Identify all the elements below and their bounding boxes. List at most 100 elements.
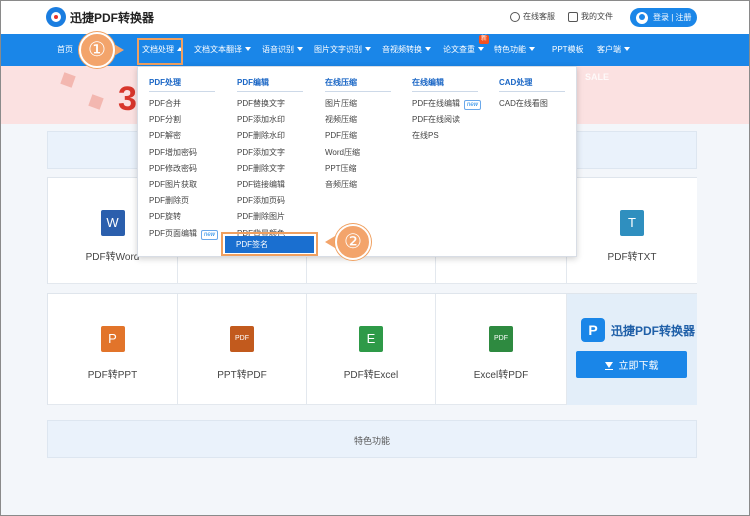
step-marker-2: ②	[335, 224, 371, 260]
tool-card[interactable]: PDF PPT转PDF	[178, 294, 307, 405]
nav-document-translation[interactable]: 文档文本翻译	[194, 34, 251, 66]
download-icon	[604, 361, 613, 370]
download-now-button[interactable]: 立即下载	[576, 351, 687, 378]
signature-highlight-box	[221, 232, 318, 256]
pdf-icon: PDF	[489, 326, 513, 352]
featured-bar[interactable]: 特色功能	[47, 420, 697, 458]
column-title: 在线编辑	[412, 77, 478, 92]
nav-av-conversion-label: 音视频转换	[382, 45, 422, 54]
menu-item[interactable]: PDF添加页码	[237, 193, 303, 209]
app-logo-icon: P	[581, 318, 605, 342]
tool-card[interactable]: P PDF转PPT	[48, 294, 178, 405]
logo-text: 迅捷PDF转换器	[70, 10, 155, 25]
my-files-label: 我的文件	[581, 12, 613, 21]
dropdown-column-online-edit: 在线编辑 PDF在线编辑 new PDF在线阅读 在线PS	[412, 77, 482, 145]
menu-item[interactable]: PDF添加水印	[237, 112, 303, 128]
menu-item[interactable]: PDF压缩	[325, 128, 391, 144]
menu-item[interactable]: PDF合并	[149, 96, 218, 112]
nav-ppt-templates-label: PPT模板	[552, 45, 584, 54]
menu-item[interactable]: PDF替换文字	[237, 96, 303, 112]
menu-item[interactable]: 音频压缩	[325, 177, 391, 193]
menu-item[interactable]: 视频压缩	[325, 112, 391, 128]
logo-icon	[46, 7, 66, 27]
menu-item[interactable]: PPT压缩	[325, 161, 391, 177]
nav-home-label: 首页	[57, 45, 73, 54]
step-1-pointer	[114, 44, 124, 56]
menu-item[interactable]: 在线PS	[412, 128, 481, 144]
step-marker-1: ①	[79, 32, 115, 68]
tool-label: PDF转TXT	[607, 252, 657, 263]
word-icon: W	[100, 210, 125, 236]
column-title: 在线压缩	[325, 77, 391, 92]
site-logo[interactable]: 迅捷PDF转换器	[46, 7, 154, 27]
my-files-link[interactable]: 我的文件	[568, 11, 613, 22]
banner-big-text: 3	[118, 80, 137, 118]
dropdown-column-pdf-processing: PDF处理 PDF合并 PDF分割 PDF解密 PDF增加密码 PDF修改密码 …	[149, 77, 219, 242]
txt-icon: T	[620, 210, 644, 236]
column-title: PDF处理	[149, 77, 215, 92]
featured-label: 特色功能	[353, 436, 390, 446]
column-title: PDF编辑	[237, 77, 303, 92]
step-2-pointer	[325, 236, 335, 248]
nav-image-ocr[interactable]: 图片文字识别	[314, 34, 371, 66]
headset-icon	[510, 11, 520, 22]
nav-speech-recognition-label: 语音识别	[262, 45, 294, 54]
tool-label: PPT转PDF	[217, 370, 267, 381]
new-badge: 新	[479, 35, 489, 44]
column-title: CAD处理	[499, 77, 565, 92]
menu-item[interactable]: PDF添加文字	[237, 145, 303, 161]
dropdown-column-cad: CAD处理 CAD在线看图	[499, 77, 565, 112]
nav-home[interactable]: 首页	[57, 34, 73, 66]
caret-down-icon	[425, 47, 431, 51]
menu-item[interactable]: Word压缩	[325, 145, 391, 161]
menu-item[interactable]: PDF旋转	[149, 209, 218, 225]
customer-service-label: 在线客服	[523, 12, 555, 21]
nav-av-conversion[interactable]: 音视频转换	[382, 34, 431, 66]
download-panel: P 迅捷PDF转换器 立即下载	[567, 294, 697, 405]
banner-sale-text: SALE	[585, 72, 610, 82]
nav-special-features[interactable]: 特色功能	[494, 34, 535, 66]
nav-special-features-label: 特色功能	[494, 45, 526, 54]
menu-item[interactable]: PDF解密	[149, 128, 218, 144]
nav-speech-recognition[interactable]: 语音识别	[262, 34, 303, 66]
menu-item[interactable]: PDF增加密码	[149, 145, 218, 161]
tool-card[interactable]: T PDF转TXT	[567, 178, 697, 284]
menu-item-page-edit[interactable]: PDF页面编辑 new	[149, 226, 219, 242]
nav-plagiarism-check[interactable]: 论文查重	[443, 34, 484, 66]
nav-document-translation-label: 文档文本翻译	[194, 45, 242, 54]
tool-card[interactable]: E PDF转Excel	[307, 294, 436, 405]
dropdown-column-online-compress: 在线压缩 图片压缩 视频压缩 PDF压缩 Word压缩 PPT压缩 音频压缩	[325, 77, 391, 193]
caret-down-icon	[365, 47, 371, 51]
caret-down-icon	[624, 47, 630, 51]
tool-label: PDF转Excel	[343, 370, 399, 381]
menu-item[interactable]: PDF链接编辑	[237, 177, 303, 193]
menu-item[interactable]: PDF在线阅读	[412, 112, 481, 128]
menu-item[interactable]: PDF删除水印	[237, 128, 303, 144]
menu-item[interactable]: CAD在线看图	[499, 96, 565, 112]
caret-down-icon	[245, 47, 251, 51]
nav-ppt-templates[interactable]: PPT模板	[552, 34, 584, 66]
menu-item[interactable]: PDF修改密码	[149, 161, 218, 177]
customer-service-link[interactable]: 在线客服	[510, 11, 555, 22]
menu-item[interactable]: PDF删除页	[149, 193, 218, 209]
pdf-icon: PDF	[230, 326, 254, 352]
menu-item[interactable]: PDF删除文字	[237, 161, 303, 177]
caret-down-icon	[297, 47, 303, 51]
menu-item[interactable]: PDF删除图片	[237, 209, 303, 225]
menu-item[interactable]: PDF分割	[149, 112, 218, 128]
menu-item[interactable]: 图片压缩	[325, 96, 391, 112]
caret-down-icon	[478, 47, 484, 51]
tool-card[interactable]: PDF Excel转PDF	[436, 294, 567, 405]
banner-decoration	[60, 72, 76, 88]
file-icon	[568, 11, 578, 22]
nav-client-label: 客户端	[597, 45, 621, 54]
tools-grid-row2: P PDF转PPT PDF PPT转PDF E PDF转Excel PDF Ex…	[47, 293, 697, 405]
menu-item-online-edit[interactable]: PDF在线编辑 new	[412, 96, 482, 112]
login-register-label: 登录 | 注册	[653, 13, 692, 22]
menu-item-label: PDF页面编辑	[149, 228, 197, 238]
nav-client[interactable]: 客户端	[597, 34, 630, 66]
menu-item[interactable]: PDF图片获取	[149, 177, 218, 193]
new-tag: new	[201, 229, 219, 240]
nav-highlight-box	[137, 38, 183, 65]
login-register-button[interactable]: 登录 | 注册	[630, 8, 697, 27]
